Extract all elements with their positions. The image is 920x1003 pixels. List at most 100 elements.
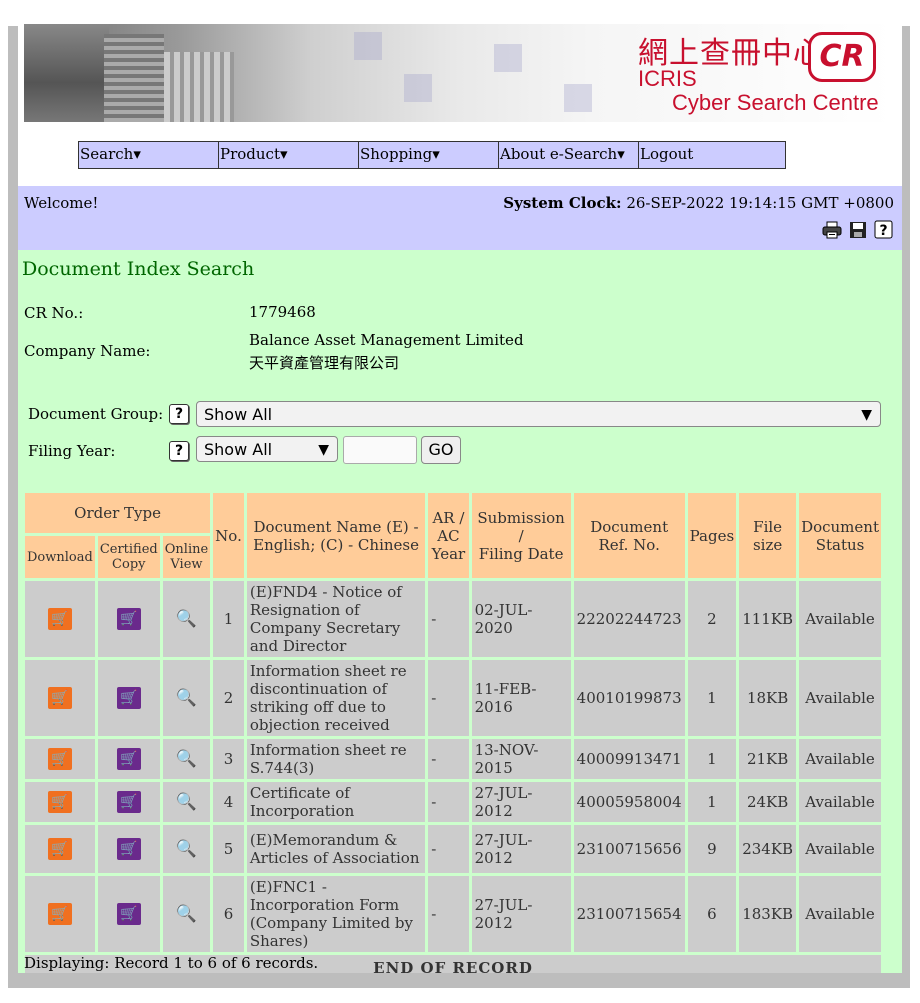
submission-date-header: Submission / Filing Date xyxy=(471,493,571,578)
submission-date: 27-JUL-2012 xyxy=(471,876,571,952)
download-cart-icon[interactable]: 🛒 xyxy=(47,838,72,860)
table-row: 🛒 🛒 🔍 6 (E)FNC1 - Incorporation Form (Co… xyxy=(25,876,881,952)
go-button[interactable]: GO xyxy=(421,436,461,464)
svg-text:?: ? xyxy=(879,223,887,239)
certified-copy-cart-icon[interactable]: 🛒 xyxy=(116,791,141,813)
page-count: 9 xyxy=(687,825,737,873)
online-view-magnifier-icon[interactable]: 🔍 xyxy=(175,791,197,813)
submission-date: 27-JUL-2012 xyxy=(471,782,571,822)
download-cell: 🛒 xyxy=(25,581,95,657)
document-group-select[interactable]: Show All ▼ xyxy=(196,401,881,427)
certified-copy-cart-icon[interactable]: 🛒 xyxy=(116,838,141,860)
row-number: 2 xyxy=(213,660,244,736)
document-status-header: Document Status xyxy=(799,493,881,578)
document-status: Available xyxy=(799,581,881,657)
document-ref: 23100715654 xyxy=(573,876,685,952)
banner-photo xyxy=(24,24,109,122)
online-view-magnifier-icon[interactable]: 🔍 xyxy=(175,838,197,860)
document-table: Order Type No. Document Name (E) - Englis… xyxy=(22,490,884,973)
header-line: View xyxy=(170,557,203,572)
online-view-cell: 🔍 xyxy=(162,825,211,873)
ar-ac-year: - xyxy=(428,581,469,657)
menu-logout[interactable]: Logout xyxy=(639,142,779,168)
document-ref: 22202244723 xyxy=(573,581,685,657)
online-view-cell: 🔍 xyxy=(162,581,211,657)
download-cart-icon[interactable]: 🛒 xyxy=(47,903,72,925)
page-count: 1 xyxy=(687,782,737,822)
ar-ac-year-header: AR / AC Year xyxy=(428,493,469,578)
help-icon[interactable]: ? xyxy=(874,220,894,240)
document-ref: 23100715656 xyxy=(573,825,685,873)
certified-copy-cart-icon[interactable]: 🛒 xyxy=(116,903,141,925)
menu-search[interactable]: Search▾ xyxy=(79,142,219,168)
online-view-cell: 🔍 xyxy=(162,876,211,952)
header-line: Filing Date xyxy=(478,544,564,563)
row-number: 1 xyxy=(213,581,244,657)
page-count: 1 xyxy=(687,660,737,736)
header-line: Ref. No. xyxy=(598,535,660,554)
header-line: Online xyxy=(164,542,209,557)
download-cell: 🛒 xyxy=(25,782,95,822)
online-view-cell: 🔍 xyxy=(162,660,211,736)
download-cart-icon[interactable]: 🛒 xyxy=(47,748,72,770)
online-view-magnifier-icon[interactable]: 🔍 xyxy=(175,608,197,630)
download-cart-icon[interactable]: 🛒 xyxy=(47,687,72,709)
dropdown-arrow-icon: ▾ xyxy=(280,145,288,163)
online-view-magnifier-icon[interactable]: 🔍 xyxy=(175,687,197,709)
logo-cr-badge: CR xyxy=(808,32,876,82)
menu-about-esearch[interactable]: About e-Search▾ xyxy=(499,142,639,168)
certified-copy-header: Certified Copy xyxy=(97,536,160,578)
table-row: 🛒 🛒 🔍 4 Certificate of Incorporation - 2… xyxy=(25,782,881,822)
header-line: AC xyxy=(437,526,460,545)
logo-icris: ICRIS xyxy=(638,66,697,91)
page-count: 1 xyxy=(687,739,737,779)
header-line: Copy xyxy=(112,557,146,572)
company-name-en: Balance Asset Management Limited xyxy=(249,331,524,349)
banner-decor xyxy=(404,74,432,102)
certified-copy-cell: 🛒 xyxy=(97,660,160,736)
save-icon[interactable] xyxy=(848,220,868,240)
header-line: Submission / xyxy=(477,508,565,545)
file-size: 183KB xyxy=(739,876,797,952)
document-ref: 40005958004 xyxy=(573,782,685,822)
dropdown-arrow-icon: ▾ xyxy=(133,145,141,163)
order-type-header: Order Type xyxy=(25,493,211,533)
download-cart-icon[interactable]: 🛒 xyxy=(47,791,72,813)
certified-copy-cell: 🛒 xyxy=(97,739,160,779)
file-size: 111KB xyxy=(739,581,797,657)
download-cell: 🛒 xyxy=(25,739,95,779)
menu-label: Product xyxy=(220,145,280,163)
filing-year-select[interactable]: Show All ▼ xyxy=(196,436,338,462)
system-clock: System Clock: 26-SEP-2022 19:14:15 GMT +… xyxy=(503,194,894,212)
online-view-magnifier-icon[interactable]: 🔍 xyxy=(175,748,197,770)
document-status: Available xyxy=(799,782,881,822)
certified-copy-cart-icon[interactable]: 🛒 xyxy=(116,608,141,630)
download-cart-icon[interactable]: 🛒 xyxy=(47,608,72,630)
document-status: Available xyxy=(799,876,881,952)
certified-copy-cart-icon[interactable]: 🛒 xyxy=(116,748,141,770)
document-status: Available xyxy=(799,739,881,779)
document-name: (E)FND4 - Notice of Resignation of Compa… xyxy=(246,581,426,657)
logo-subtitle: Cyber Search Centre xyxy=(672,90,879,115)
online-view-magnifier-icon[interactable]: 🔍 xyxy=(175,903,197,925)
help-icon[interactable]: ? xyxy=(169,441,189,461)
file-size: 21KB xyxy=(739,739,797,779)
document-name: Certificate of Incorporation xyxy=(246,782,426,822)
submission-date: 27-JUL-2012 xyxy=(471,825,571,873)
filing-year-input[interactable] xyxy=(343,436,417,464)
document-status: Available xyxy=(799,660,881,736)
certified-copy-cell: 🛒 xyxy=(97,825,160,873)
page-frame: 網上查冊中心 CR ICRIS Cyber Search Centre Sear… xyxy=(18,6,902,973)
banner-photo-building xyxy=(164,52,234,122)
document-ref: 40010199873 xyxy=(573,660,685,736)
print-icon[interactable] xyxy=(822,220,842,240)
page-count: 2 xyxy=(687,581,737,657)
menu-product[interactable]: Product▾ xyxy=(219,142,359,168)
chevron-down-icon: ▼ xyxy=(318,442,329,458)
menu-label: Shopping xyxy=(360,145,433,163)
row-number: 4 xyxy=(213,782,244,822)
online-view-cell: 🔍 xyxy=(162,739,211,779)
menu-shopping[interactable]: Shopping▾ xyxy=(359,142,499,168)
help-icon[interactable]: ? xyxy=(169,404,189,424)
certified-copy-cart-icon[interactable]: 🛒 xyxy=(116,687,141,709)
